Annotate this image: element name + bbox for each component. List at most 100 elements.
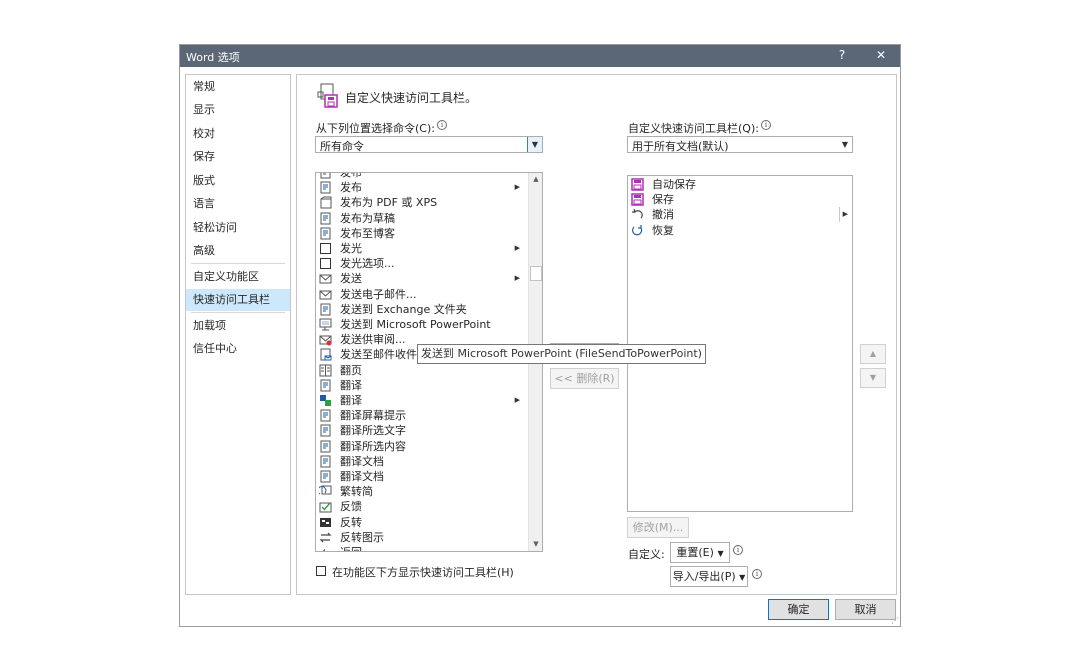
command-label: 发光 — [340, 242, 362, 255]
glow-options-icon — [320, 258, 331, 270]
chevron-down-icon[interactable]: ▼ — [838, 137, 852, 152]
choose-commands-dropdown[interactable]: 所有命令 ▼ — [315, 136, 543, 153]
command-label: 繁转简 — [340, 485, 373, 499]
command-list-item[interactable]: 翻译文档 — [316, 469, 526, 484]
command-list-item[interactable]: 翻译 — [316, 378, 526, 393]
command-list-item[interactable]: 繁转简 — [316, 484, 526, 499]
chevron-down-icon[interactable]: ▼ — [527, 137, 542, 152]
sidebar-item[interactable]: 显示 — [186, 99, 290, 121]
ok-button[interactable]: 确定 — [768, 599, 829, 620]
sidebar-item[interactable]: 轻松访问 — [186, 217, 290, 239]
scroll-up-icon[interactable]: ▲ — [529, 173, 542, 186]
command-label: 翻译所选内容 — [340, 439, 406, 453]
feedback-icon — [319, 502, 332, 513]
command-list-item[interactable]: 翻译屏幕提示 — [316, 408, 526, 423]
command-list-item[interactable]: 反馈 — [316, 499, 526, 514]
translate-doc-icon — [320, 470, 331, 483]
powerpoint-icon — [319, 318, 332, 331]
command-list-item[interactable]: 发布 ▶ — [316, 180, 526, 195]
command-label: 翻译所选文字 — [340, 424, 406, 438]
back-icon — [322, 549, 326, 551]
command-list-item[interactable]: 发布至博客 — [316, 226, 526, 241]
scroll-thumb[interactable] — [530, 266, 542, 281]
move-down-button[interactable]: ▼ — [860, 368, 886, 388]
command-list-item[interactable]: 翻译 ▶ — [316, 393, 526, 408]
command-list-item[interactable]: 发布为 PDF 或 XPS — [316, 195, 526, 210]
command-label: 翻译屏幕提示 — [340, 409, 406, 423]
command-list-item[interactable]: 翻译文档 — [316, 454, 526, 469]
command-list-item[interactable]: 发光 ▶ — [316, 241, 526, 256]
command-list-item[interactable]: 发布 — [316, 173, 526, 180]
sidebar-item[interactable]: 高级 — [186, 240, 290, 262]
command-label: 发光选项... — [340, 257, 395, 271]
show-below-ribbon-label[interactable]: 在功能区下方显示快速访问工具栏(H) — [332, 564, 514, 580]
toolbar-list-item[interactable]: 撤消 ▶ — [628, 207, 852, 223]
command-label: 发送供审阅... — [340, 333, 406, 347]
trad-simp-icon — [319, 485, 332, 495]
command-list-item[interactable]: 返回 — [316, 545, 526, 551]
toolbar-list-item[interactable]: 保存 — [628, 192, 852, 207]
help-button[interactable]: ? — [830, 45, 854, 67]
command-list-item[interactable]: 反转图示 — [316, 530, 526, 545]
command-label: 翻译文档 — [340, 454, 384, 468]
command-label: 翻译文档 — [340, 470, 384, 483]
toolbar-item-label: 恢复 — [652, 223, 674, 237]
translate-menu-icon — [320, 395, 331, 406]
toolbar-item-label: 保存 — [652, 193, 674, 207]
customize-text: 自定义: — [628, 548, 665, 561]
command-list-item[interactable]: 翻译所选文字 — [316, 423, 526, 438]
import-export-button[interactable]: 导入/导出(P) ▼ — [670, 566, 748, 587]
sidebar-item[interactable]: 语言 — [186, 193, 290, 215]
invert-icon — [320, 517, 331, 527]
command-list-item[interactable]: 发送到 Exchange 文件夹 — [316, 302, 526, 317]
exchange-icon — [320, 303, 331, 316]
sidebar-item[interactable]: 加载项 — [186, 315, 290, 337]
modify-button[interactable]: 修改(M)... — [627, 517, 689, 538]
command-label: 翻页 — [340, 363, 362, 377]
sidebar-item[interactable]: 保存 — [186, 146, 290, 168]
command-label: 发送至邮件收件人 — [340, 348, 428, 362]
command-label: 发布 — [340, 173, 362, 180]
command-list-item[interactable]: 反转 — [316, 515, 526, 530]
sidebar-item[interactable]: 版式 — [186, 170, 290, 192]
toolbar-list-item[interactable]: 恢复 — [628, 223, 852, 238]
close-button[interactable]: ✕ — [869, 45, 893, 67]
command-label: 翻译 — [340, 378, 362, 392]
publish-icon — [320, 181, 331, 194]
sidebar-item[interactable]: 信任中心 — [186, 338, 290, 360]
command-label: 发布 — [340, 181, 362, 195]
customize-toolbar-label: 自定义快速访问工具栏(Q): i — [628, 120, 771, 136]
resize-grip-icon[interactable]: ⋰ — [891, 617, 899, 625]
cancel-button[interactable]: 取消 — [835, 599, 896, 620]
command-label: 返回 — [340, 545, 362, 551]
toolbar-list-item[interactable]: 自动保存 — [628, 177, 852, 192]
sidebar-item[interactable]: 自定义功能区 — [186, 266, 290, 288]
autosave-icon — [631, 178, 644, 191]
mail-recipient-icon — [320, 348, 332, 361]
reset-button[interactable]: 重置(E) ▼ — [670, 542, 730, 563]
command-list-item[interactable]: 发送电子邮件... — [316, 287, 526, 302]
sidebar-item[interactable]: 常规 — [186, 76, 290, 98]
move-up-button[interactable]: ▲ — [860, 344, 886, 364]
command-list-item[interactable]: 发光选项... — [316, 256, 526, 271]
sidebar-item[interactable]: 快速访问工具栏 — [186, 289, 290, 311]
command-list-item[interactable]: 发送到 Microsoft PowerPoint — [316, 317, 526, 332]
translate-tip-icon — [320, 409, 331, 422]
qat-panel: 自定义快速访问工具栏。 从下列位置选择命令(C): i 所有命令 ▼ 自定义快速访… — [296, 74, 897, 595]
customize-toolbar-dropdown[interactable]: 用于所有文档(默认) ▼ — [627, 136, 853, 153]
pdf-icon — [320, 196, 332, 209]
remove-button[interactable]: << 删除(R) — [550, 368, 619, 389]
command-list-item[interactable]: 翻译所选内容 — [316, 439, 526, 454]
command-list-item[interactable]: 发布为草稿 — [316, 211, 526, 226]
translate-selection-icon — [320, 440, 331, 453]
submenu-arrow-icon[interactable]: ▶ — [838, 207, 848, 223]
scroll-down-icon[interactable]: ▼ — [529, 538, 542, 551]
sidebar-separator — [191, 263, 285, 264]
command-tooltip: 发送到 Microsoft PowerPoint (FileSendToPowe… — [417, 344, 706, 364]
show-below-ribbon-checkbox[interactable] — [316, 566, 326, 576]
sidebar-item[interactable]: 校对 — [186, 123, 290, 145]
command-label: 发布为草稿 — [340, 211, 395, 225]
command-list-item[interactable]: 翻页 — [316, 363, 526, 378]
translate-text-icon — [320, 424, 331, 437]
command-list-item[interactable]: 发送 ▶ — [316, 271, 526, 286]
